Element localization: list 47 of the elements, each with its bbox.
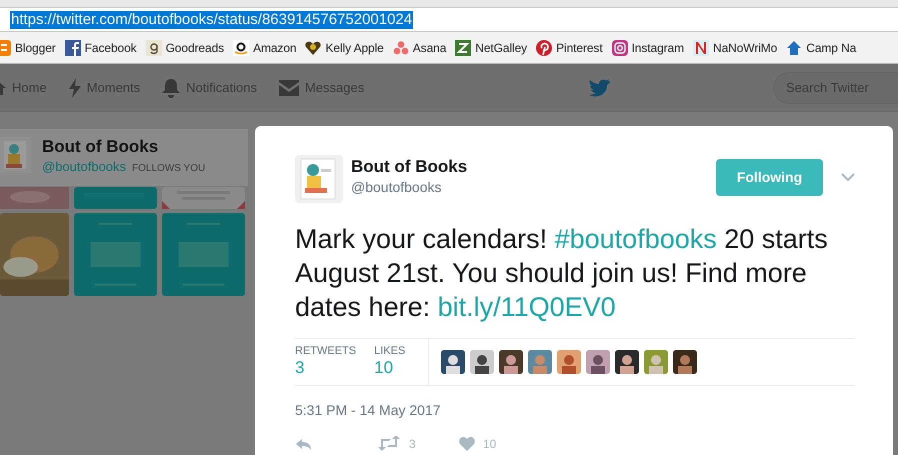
facebook-icon	[64, 40, 81, 56]
reply-icon	[295, 437, 313, 451]
bookmark-link[interactable]: Pinterest	[536, 38, 603, 56]
hashtag-link[interactable]: #boutofbooks	[554, 224, 717, 254]
bookmark-link[interactable]: Asana	[392, 38, 446, 56]
nav-tab[interactable]: Messages	[278, 78, 364, 98]
follows-you-label: FOLLOWS YOU	[132, 162, 206, 176]
following-button[interactable]: Following	[716, 159, 823, 196]
nav-tab[interactable]: Notifications	[162, 78, 257, 98]
timestamp: 5:31 PM - 14 May 2017	[295, 401, 442, 420]
heart-icon	[305, 40, 322, 56]
stat-label: RETWEETS	[295, 344, 356, 358]
url-link[interactable]: bit.ly/11Q0EV0	[438, 292, 616, 322]
instagram-icon	[612, 40, 628, 56]
stat-count[interactable]: 3	[295, 358, 356, 378]
bookmark-link[interactable]: Kelly Apple	[305, 38, 384, 56]
netgalley-icon	[455, 40, 472, 56]
lightning-icon	[68, 78, 81, 98]
bookmark-link[interactable]: Amazon	[233, 38, 296, 56]
house-icon	[786, 40, 802, 56]
nav-tab[interactable]: Home	[0, 78, 47, 98]
bookmark-link[interactable]: Blogger	[0, 38, 56, 56]
tweet-text: Mark your calendars! #boutofbooks 20 starts August 21st. You should join us! Find more dates here: bit.ly/11Q0EV0	[295, 223, 829, 324]
amazon-icon	[233, 40, 250, 56]
stat-label: LIKES	[374, 344, 406, 358]
pinterest-icon	[536, 40, 552, 56]
bookmark-link[interactable]: Instagram	[612, 38, 684, 56]
retweet-icon	[377, 436, 401, 452]
blogger-icon	[0, 40, 11, 56]
n-letter-icon	[693, 40, 710, 56]
author-name: Bout of Books	[351, 157, 468, 177]
bookmark-link[interactable]: NaNoWriMo	[693, 38, 778, 56]
bookmark-link[interactable]: Goodreads	[146, 38, 224, 56]
bookmark-link[interactable]: Facebook	[64, 38, 137, 56]
author-handle: @boutofbooks	[351, 178, 442, 197]
url-field[interactable]: https://twitter.com/boutofbooks/status/863914576752001024	[10, 10, 414, 28]
nav-tab[interactable]: Moments	[68, 78, 140, 98]
bookmark-link[interactable]: Camp Na	[786, 38, 856, 56]
bell-icon	[162, 78, 180, 98]
goodreads-icon	[146, 40, 162, 56]
envelope-icon	[278, 80, 299, 96]
bookmark-link[interactable]: NetGalley	[455, 38, 528, 56]
heart-icon	[459, 436, 475, 452]
profile-name: Bout of Books	[42, 137, 160, 157]
stat-count[interactable]: 10	[374, 358, 406, 378]
profile-handle: @boutofbooks	[42, 158, 126, 176]
asana-icon	[392, 40, 409, 56]
